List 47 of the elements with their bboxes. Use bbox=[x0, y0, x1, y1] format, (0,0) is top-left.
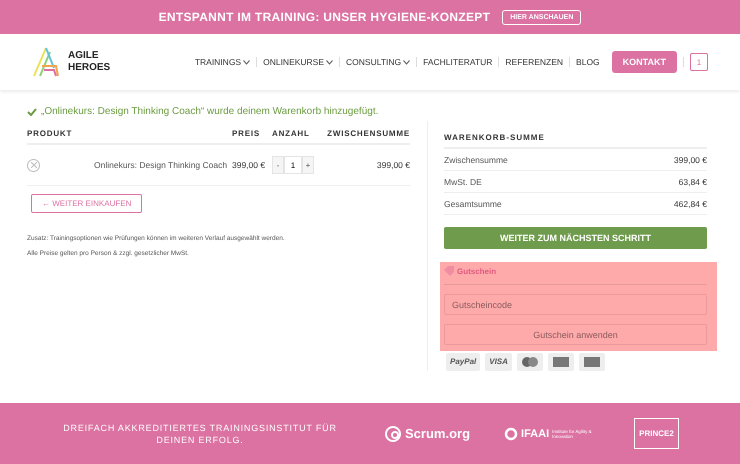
tag-icon bbox=[444, 266, 454, 276]
payment-badge: VISA bbox=[485, 353, 512, 371]
nav-link[interactable]: TRAININGS bbox=[194, 57, 250, 67]
total-label: Zwischensumme bbox=[444, 155, 508, 165]
footer-text: DREIFACH AKKREDITIERTES TRAININGSINSTITUT FÜR DEINEN ERFOLG. bbox=[62, 422, 338, 446]
chevron-down-icon bbox=[326, 60, 334, 64]
nav-link[interactable]: BLOG bbox=[576, 57, 600, 67]
prince2-badge: PRINCE2 bbox=[634, 418, 679, 449]
nav-link[interactable]: ONLINEKURSE bbox=[263, 57, 334, 67]
column-header: PRODUKT bbox=[27, 129, 74, 138]
total-value: 462,84 € bbox=[674, 199, 707, 209]
card-icon bbox=[578, 353, 605, 371]
decrease-button[interactable]: - bbox=[272, 156, 284, 174]
total-label: MwSt. DE bbox=[444, 177, 482, 187]
scrum-logo-text: Scrum.org bbox=[405, 426, 470, 441]
payment-badge: PayPal bbox=[446, 353, 480, 371]
totals-title: WARENKORB-SUMME bbox=[444, 127, 707, 149]
card-circles-icon bbox=[516, 353, 543, 371]
column-header: ANZAHL bbox=[272, 129, 311, 138]
logo-text: HEROES bbox=[68, 62, 110, 74]
nav-link[interactable]: CONSULTING bbox=[346, 57, 410, 67]
coupon-code-field[interactable]: Gutscheincode bbox=[444, 294, 707, 315]
increase-button[interactable]: + bbox=[302, 156, 314, 174]
quantity-field[interactable]: 1 bbox=[284, 156, 302, 174]
column-header: PREIS bbox=[232, 129, 262, 138]
promo-text: ENTSPANNT IM TRAINING: UNSER HYGIENE-KONZEPT bbox=[158, 10, 490, 24]
nav-link[interactable]: REFERENZEN bbox=[505, 57, 564, 67]
ring-icon bbox=[504, 426, 518, 440]
chevron-down-icon bbox=[403, 60, 410, 64]
price-cell-text: 399,00 € bbox=[232, 160, 266, 170]
chevron-down-icon bbox=[243, 60, 250, 64]
total-value: 63,84 € bbox=[678, 177, 707, 187]
total-label: Gesamtsumme bbox=[444, 199, 502, 209]
checkmark-icon bbox=[27, 108, 37, 116]
product-name[interactable]: Onlinekurs: Design Thinking Coach bbox=[94, 160, 232, 170]
swirl-icon bbox=[384, 424, 402, 442]
nav-link[interactable]: FACHLITERATUR bbox=[423, 57, 492, 67]
remove-button[interactable] bbox=[27, 158, 40, 172]
ifaai-logo-text: IFAAI bbox=[521, 428, 550, 440]
subtotal-cell-text: 399,00 € bbox=[376, 160, 410, 170]
logo-text: AGILE bbox=[68, 50, 100, 62]
total-value: 399,00 € bbox=[674, 155, 707, 165]
column-header: ZWISCHENSUMME bbox=[326, 129, 410, 138]
coupon-title: Gutschein bbox=[457, 266, 496, 276]
close-icon bbox=[30, 162, 36, 168]
card-icon bbox=[548, 353, 574, 371]
success-notice: „Onlinekurs: Design Thinking Coach“ wurde deinem Warenkorb hinzugefügt. bbox=[41, 106, 378, 117]
